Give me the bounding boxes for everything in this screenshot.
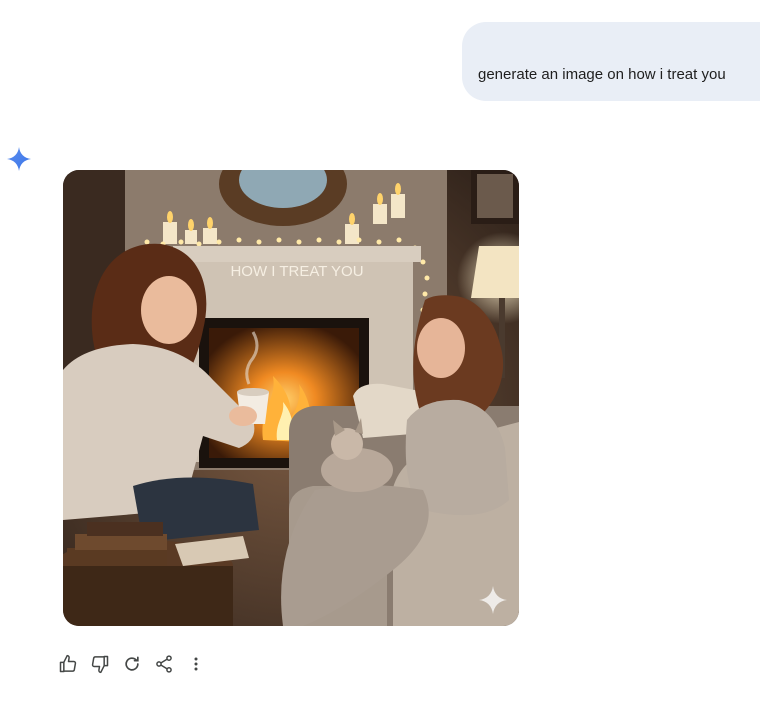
thumbs-up-button[interactable] (52, 652, 84, 680)
thumbs-up-icon (58, 654, 78, 679)
regenerate-button[interactable] (116, 652, 148, 680)
response-actions (52, 652, 212, 680)
regenerate-icon (122, 654, 142, 679)
more-options-button[interactable] (180, 652, 212, 680)
thumbs-down-button[interactable] (84, 652, 116, 680)
image-banner-text: HOW I TREAT YOU (230, 263, 363, 280)
generated-image[interactable]: HOW I TREAT YOU (63, 170, 519, 626)
share-button[interactable] (148, 652, 180, 680)
share-icon (154, 654, 174, 679)
user-message-text: generate an image on how i treat you (478, 66, 726, 83)
more-options-icon (186, 654, 206, 679)
gemini-spark-icon (6, 146, 32, 172)
user-message-bubble: generate an image on how i treat you (462, 22, 760, 101)
thumbs-down-icon (90, 654, 110, 679)
